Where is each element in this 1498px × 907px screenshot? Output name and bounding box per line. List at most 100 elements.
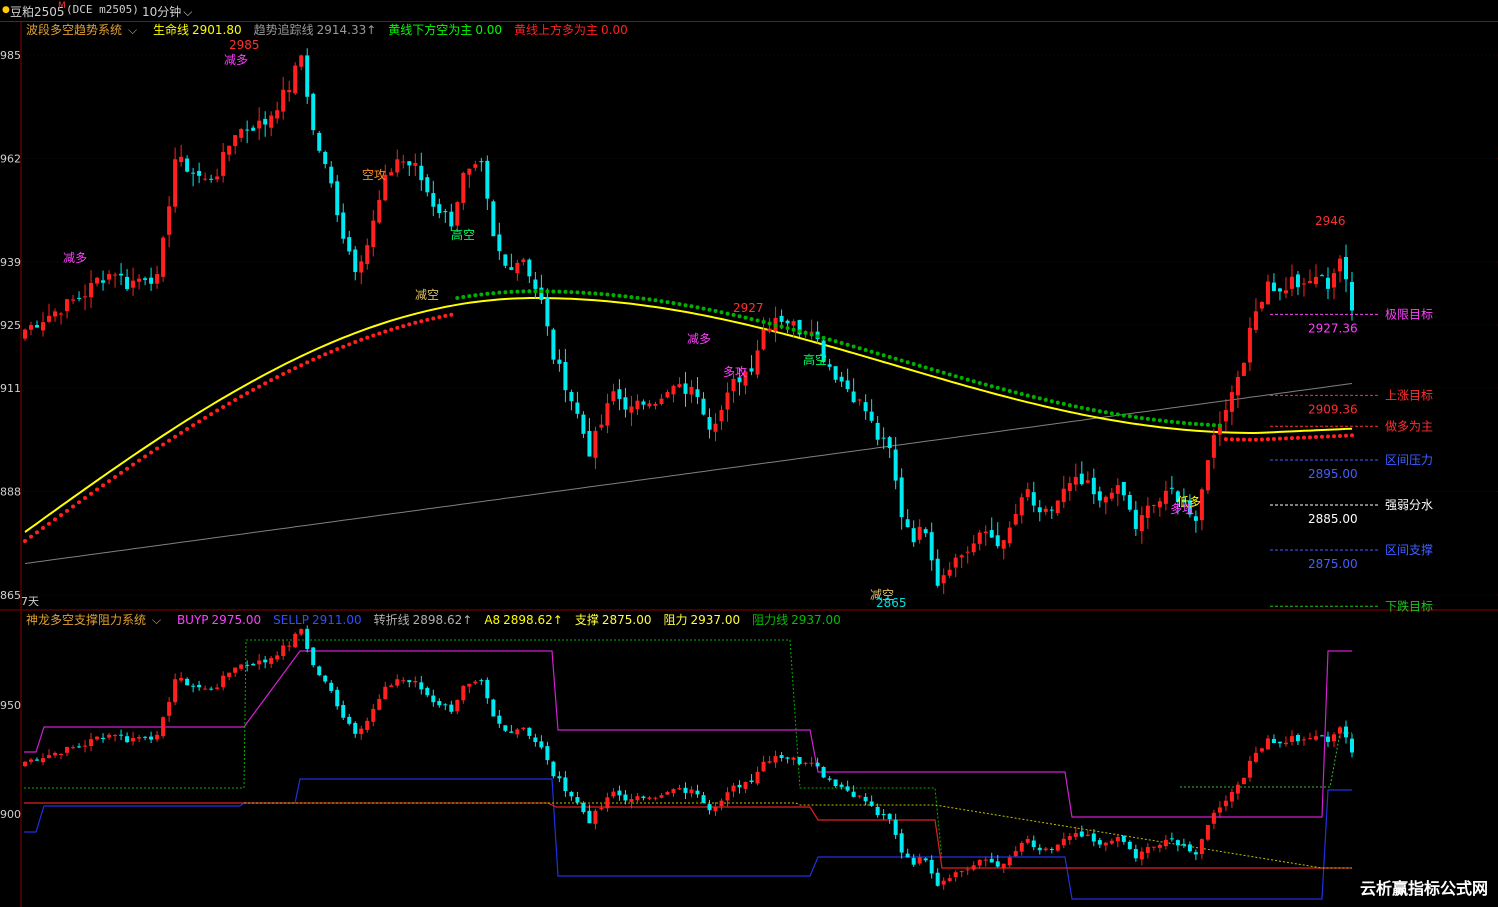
trend-dot xyxy=(485,291,490,296)
sub-candle-body xyxy=(821,766,826,778)
sub-candle-body xyxy=(713,807,718,812)
trend-dot xyxy=(665,300,670,305)
candle-body xyxy=(527,259,532,277)
trend-dot xyxy=(407,322,412,327)
sub-candle-body xyxy=(545,746,550,761)
trend-dot xyxy=(41,526,46,531)
candle-body xyxy=(41,322,46,331)
sub-candle-body xyxy=(89,739,94,747)
sub-candle-body xyxy=(701,795,706,803)
sub-candle-body xyxy=(1157,844,1162,848)
sub-candle-body xyxy=(77,746,82,748)
trend-dot xyxy=(323,352,328,357)
trend-dot xyxy=(449,312,454,317)
candle-body xyxy=(461,172,466,203)
signal-annotation: 减空 xyxy=(415,288,439,302)
sub-candle-body xyxy=(149,736,154,740)
sub-candle-body xyxy=(785,757,790,759)
trend-dot xyxy=(779,324,784,329)
sub-candle-body xyxy=(875,806,880,816)
level-value: 2885.00 xyxy=(1308,512,1358,526)
candle-body xyxy=(161,237,166,277)
period-length-label: 7天 xyxy=(21,595,39,608)
candle-body xyxy=(1283,290,1288,294)
trend-dot xyxy=(287,369,292,374)
candle-body xyxy=(1151,504,1156,506)
symbol-dot-icon: ● xyxy=(2,5,10,15)
candle-body xyxy=(683,383,688,394)
trend-dot xyxy=(59,513,64,518)
sub-candle-body xyxy=(449,704,454,712)
signal-annotation: 2946 xyxy=(1315,214,1346,228)
exchange-code: (DCE m2505) xyxy=(66,3,139,16)
candle-body xyxy=(695,389,700,397)
sub-candle-body xyxy=(47,755,52,758)
candle-body xyxy=(857,399,862,401)
level-value: 2875.00 xyxy=(1308,557,1358,571)
candle-body xyxy=(449,211,454,227)
trend-dot xyxy=(245,391,250,396)
candle-body xyxy=(647,403,652,407)
trend-dot xyxy=(1265,437,1270,442)
candle-body xyxy=(929,532,934,561)
trend-dot xyxy=(587,291,592,296)
candle-body xyxy=(83,296,88,298)
candle-body xyxy=(1055,500,1060,514)
candle-body xyxy=(221,151,226,176)
candle-body xyxy=(239,129,244,138)
candle-body xyxy=(1157,501,1162,508)
candle-body xyxy=(611,391,616,402)
candle-body xyxy=(1001,540,1006,549)
candle-body xyxy=(413,162,418,166)
sub-candle-body xyxy=(131,738,136,742)
sub-indicator-item-label: 支撑 xyxy=(574,613,599,627)
trend-dot xyxy=(1151,417,1156,422)
sub-candle-body xyxy=(1265,738,1270,750)
sub-candle-body xyxy=(857,795,862,797)
trend-dot xyxy=(215,408,220,413)
candle-body xyxy=(1067,483,1072,491)
candle-body xyxy=(71,299,76,301)
sub-candle-body xyxy=(1223,800,1228,807)
trend-dot xyxy=(1295,435,1300,440)
sub-indicator-item: 支撑 2875.00 xyxy=(575,613,658,627)
sub-candle-body xyxy=(1019,842,1024,852)
signal-annotation: 减多 xyxy=(63,251,87,265)
candle-body xyxy=(659,398,664,404)
sub-candle-body xyxy=(305,628,310,649)
candle-body xyxy=(425,177,430,193)
sub-candle-body xyxy=(365,720,370,730)
chart-canvas[interactable]: 极限目标 2927.36 上涨目标 2909.36 做多为主区间压力 2895.00 强弱分… xyxy=(0,0,1498,907)
main-indicator-item: 黄线上方多为主 0.00 xyxy=(514,23,634,37)
sub-candle-body xyxy=(113,735,118,737)
trend-dot xyxy=(1157,418,1162,423)
trend-dot xyxy=(371,333,376,338)
watermark: 云析赢指标公式网 xyxy=(1359,879,1488,898)
trend-dot xyxy=(107,479,112,484)
trend-dot xyxy=(1289,436,1294,441)
trend-dot xyxy=(1097,409,1102,414)
trend-dot xyxy=(1079,405,1084,410)
sub-candle-body xyxy=(1079,831,1084,837)
candle-body xyxy=(1241,362,1246,376)
symbol-name[interactable]: 豆粕2505 xyxy=(10,3,65,20)
candle-body xyxy=(1013,514,1018,525)
trend-dot xyxy=(269,378,274,383)
period-selector[interactable]: 10分钟 ⌵ xyxy=(142,3,192,20)
sub-candle-body xyxy=(197,684,202,688)
main-indicator-item-value: 2914.33↑ xyxy=(316,23,377,37)
trend-dot xyxy=(1350,433,1354,438)
main-indicator-name[interactable]: 波段多空趋势系统 ⌵ xyxy=(26,23,143,37)
chevron-down-icon: ⌵ xyxy=(128,23,138,37)
sub-candle-body xyxy=(935,872,940,886)
candle-body xyxy=(605,403,610,426)
trend-dot xyxy=(857,346,862,351)
sub-indicator-name[interactable]: 神龙多空支撑阻力系统 ⌵ xyxy=(26,613,167,627)
sub-candle-body xyxy=(1343,726,1348,738)
trend-dot xyxy=(887,354,892,359)
sub-candle-body xyxy=(1175,840,1180,846)
candle-body xyxy=(1253,311,1258,330)
trend-dot xyxy=(377,331,382,336)
sub-indicator-item-label: 阻力线 xyxy=(752,613,789,627)
trend-dot xyxy=(1049,399,1054,404)
